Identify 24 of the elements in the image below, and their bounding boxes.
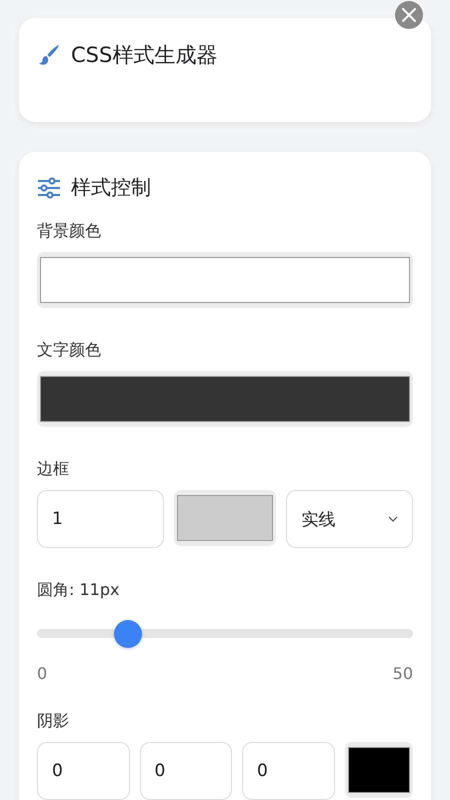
field-label: 阴影 bbox=[37, 711, 69, 732]
slider-thumb[interactable] bbox=[114, 620, 142, 648]
app-title: CSS样式生成器 bbox=[71, 42, 218, 69]
field-label: 背景颜色 bbox=[37, 221, 101, 242]
color-picker[interactable] bbox=[344, 742, 413, 798]
sliders-icon bbox=[37, 176, 61, 198]
field-label: 文字颜色 bbox=[37, 340, 101, 361]
number-field[interactable]: 0 bbox=[242, 742, 334, 800]
min-label: 0 bbox=[37, 664, 48, 683]
chevron-down-icon bbox=[388, 516, 398, 522]
color-picker[interactable] bbox=[37, 371, 413, 427]
paintbrush-icon bbox=[37, 43, 61, 67]
field-label: 圆角: 11px bbox=[37, 580, 120, 601]
number-field[interactable]: 0 bbox=[37, 742, 130, 800]
field-label: 边框 bbox=[37, 459, 69, 480]
style-dropdown[interactable]: 实线 bbox=[286, 490, 414, 548]
max-label: 50 bbox=[392, 664, 413, 683]
close-icon bbox=[402, 8, 416, 22]
color-picker[interactable] bbox=[174, 490, 276, 546]
close-button[interactable] bbox=[395, 1, 423, 29]
number-field[interactable]: 0 bbox=[140, 742, 232, 800]
section-title: 样式控制 bbox=[71, 174, 151, 201]
number-field[interactable]: 1 bbox=[37, 490, 164, 548]
color-picker[interactable] bbox=[37, 252, 413, 308]
